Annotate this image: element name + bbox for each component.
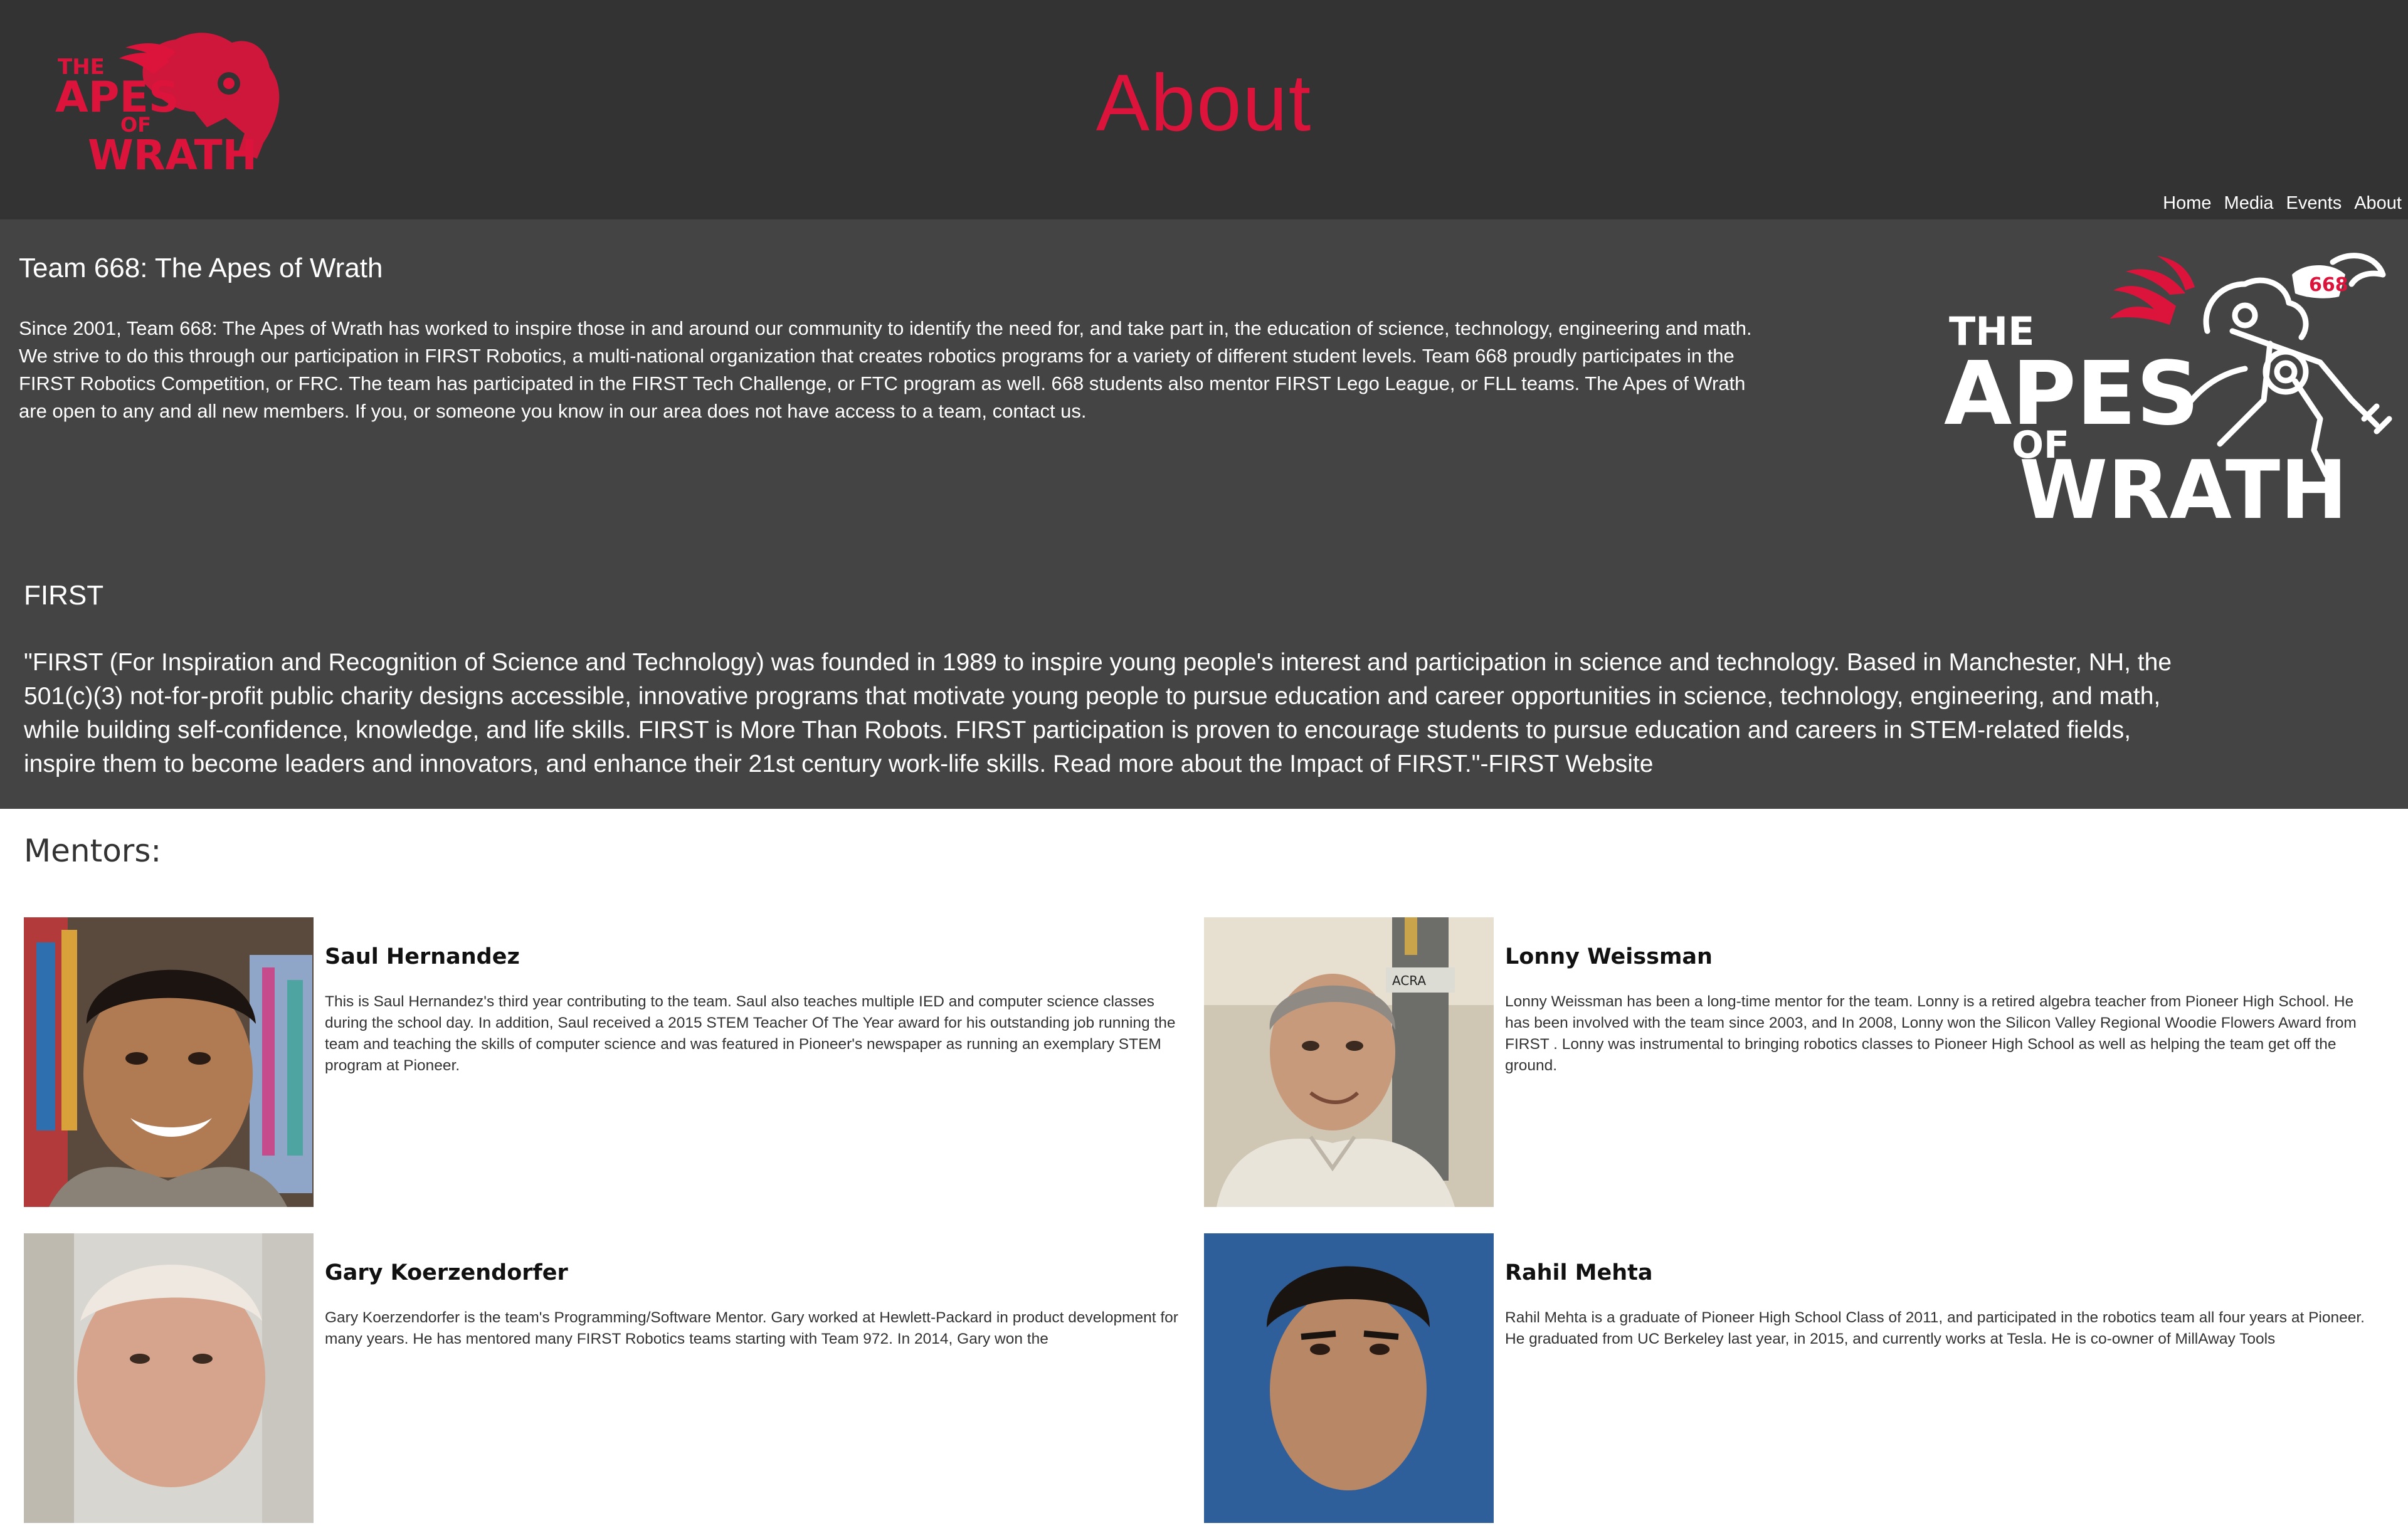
mentor-photo xyxy=(1204,1233,1494,1523)
mentor-card-lonny-weissman: ACRA Lonny Weissman Lonny Weissman has b… xyxy=(1204,917,2370,1212)
about-section: Team 668: The Apes of Wrath Since 2001, … xyxy=(0,219,2408,809)
first-heading: FIRST xyxy=(24,580,104,611)
svg-text:APES: APES xyxy=(1944,343,2199,445)
first-description: "FIRST (For Inspiration and Recognition … xyxy=(24,649,2172,777)
nav-link-about[interactable]: About xyxy=(2354,191,2402,216)
team-heading: Team 668: The Apes of Wrath xyxy=(19,253,383,283)
mentor-card-saul-hernandez: Saul Hernandez This is Saul Hernandez's … xyxy=(24,917,1190,1212)
mentor-photo xyxy=(24,1233,314,1523)
nav-link-events[interactable]: Events xyxy=(2286,191,2342,216)
mentor-card-gary-koerzendorfer: Gary Koerzendorfer Gary Koerzendorfer is… xyxy=(24,1233,1190,1528)
mentor-name: Gary Koerzendorfer xyxy=(325,1260,568,1285)
nav-link-media[interactable]: Media xyxy=(2224,191,2274,216)
apes-of-wrath-logo-large: 668 THE APES OF WRATH xyxy=(1944,253,2392,532)
team-number-badge: 668 xyxy=(2309,274,2348,296)
mentor-name: Rahil Mehta xyxy=(1505,1260,1653,1285)
mentor-bio: This is Saul Hernandez's third year cont… xyxy=(325,993,1176,1074)
mentor-bio: Rahil Mehta is a graduate of Pioneer Hig… xyxy=(1505,1309,2365,1347)
mentors-heading: Mentors: xyxy=(24,833,162,869)
svg-text:ACRA: ACRA xyxy=(1392,973,1426,988)
mentor-photo: ACRA xyxy=(1204,917,1494,1207)
site-header: THE APES OF WRATH About Home Media Event… xyxy=(0,0,2408,219)
mentor-name: Saul Hernandez xyxy=(325,944,520,969)
team-description: Since 2001, Team 668: The Apes of Wrath … xyxy=(19,317,1752,422)
main-nav: Home Media Events About xyxy=(2163,191,2402,216)
mentor-photo xyxy=(24,917,314,1207)
mentor-name: Lonny Weissman xyxy=(1505,944,1713,969)
mentor-bio: Lonny Weissman has been a long-time ment… xyxy=(1505,993,2357,1074)
nav-link-home[interactable]: Home xyxy=(2163,191,2211,216)
svg-text:WRATH: WRATH xyxy=(2019,444,2347,532)
mentor-card-rahil-mehta: Rahil Mehta Rahil Mehta is a graduate of… xyxy=(1204,1233,2370,1528)
page-title: About xyxy=(1096,58,1312,148)
mentor-bio: Gary Koerzendorfer is the team's Program… xyxy=(325,1309,1178,1347)
